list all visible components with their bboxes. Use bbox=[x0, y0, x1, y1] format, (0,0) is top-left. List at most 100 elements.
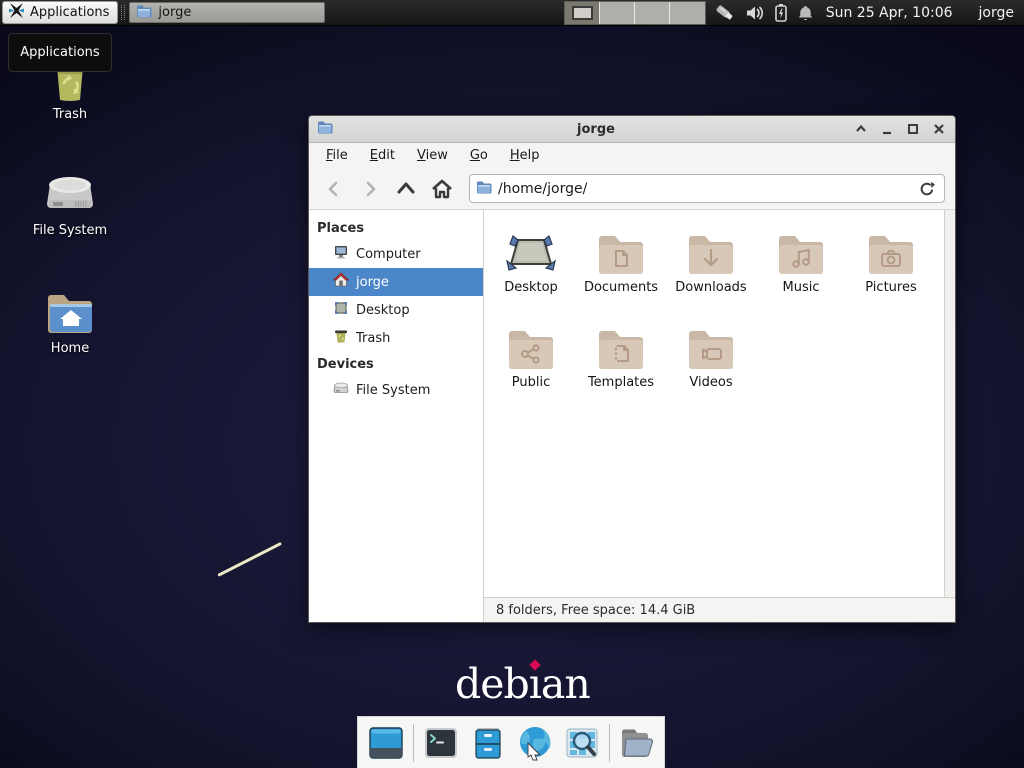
computer-icon bbox=[333, 244, 349, 264]
session-menu[interactable]: jorge bbox=[979, 5, 1014, 21]
file-item-music[interactable]: Music bbox=[756, 222, 846, 317]
sidebar-item-home[interactable]: jorge bbox=[309, 268, 483, 296]
panel-handle[interactable] bbox=[121, 5, 125, 20]
file-item-documents[interactable]: Documents bbox=[576, 222, 666, 317]
file-item-label: Documents bbox=[584, 280, 658, 295]
reload-button[interactable] bbox=[916, 178, 938, 200]
sidebar-header-places: Places bbox=[309, 216, 483, 240]
videos-folder-icon bbox=[687, 321, 735, 369]
forward-button[interactable] bbox=[355, 175, 385, 203]
templates-folder-icon bbox=[597, 321, 645, 369]
notification-bell-icon[interactable] bbox=[797, 4, 814, 22]
window-title: jorge bbox=[339, 122, 853, 137]
window-titlebar[interactable]: jorge bbox=[309, 116, 955, 143]
path-bar[interactable]: /home/jorge/ bbox=[469, 174, 945, 203]
file-item-desktop[interactable]: Desktop bbox=[486, 222, 576, 317]
taskbar-window-button[interactable]: jorge bbox=[129, 2, 325, 23]
workspace-4[interactable] bbox=[670, 2, 705, 24]
terminal-icon[interactable] bbox=[421, 723, 461, 763]
sidebar-item-label: Computer bbox=[356, 247, 421, 262]
public-folder-icon bbox=[507, 321, 555, 369]
desktop-icon bbox=[333, 300, 349, 320]
menu-edit[interactable]: Edit bbox=[363, 145, 402, 166]
desktop-icon-filesystem[interactable]: File System bbox=[10, 170, 130, 238]
file-manager-window: jorge File Edit View Go Help bbox=[308, 115, 956, 623]
volume-icon[interactable] bbox=[745, 4, 765, 22]
home-icon bbox=[333, 272, 349, 292]
menu-view[interactable]: View bbox=[410, 145, 455, 166]
home-button[interactable] bbox=[427, 175, 457, 203]
file-item-label: Pictures bbox=[865, 280, 916, 295]
sidebar-item-trash[interactable]: Trash bbox=[309, 324, 483, 352]
file-item-pictures[interactable]: Pictures bbox=[846, 222, 936, 317]
file-item-label: Downloads bbox=[675, 280, 746, 295]
back-button[interactable] bbox=[319, 175, 349, 203]
desktop-trapezoid-icon bbox=[506, 226, 556, 274]
desktop-icon-label: Home bbox=[10, 341, 130, 356]
file-item-label: Music bbox=[783, 280, 820, 295]
workspace-2[interactable] bbox=[600, 2, 635, 24]
taskbar-folder-icon bbox=[136, 3, 152, 23]
top-panel: Applications jorge bbox=[0, 0, 1024, 26]
file-item-label: Desktop bbox=[504, 280, 558, 295]
maximize-button[interactable] bbox=[905, 121, 921, 137]
debian-wordmark: debıan bbox=[455, 660, 590, 708]
sidebar-item-label: File System bbox=[356, 383, 430, 398]
minimize-button[interactable] bbox=[879, 121, 895, 137]
desktop-icon-home[interactable]: Home bbox=[10, 290, 130, 356]
file-item-downloads[interactable]: Downloads bbox=[666, 222, 756, 317]
desktop-icon-label: Trash bbox=[10, 107, 130, 122]
wallpaper-swirl-line bbox=[217, 542, 282, 577]
menu-file[interactable]: File bbox=[319, 145, 355, 166]
directory-menu-icon[interactable] bbox=[617, 723, 657, 763]
home-folder-icon bbox=[10, 290, 130, 336]
desktop-icon-label: File System bbox=[10, 223, 130, 238]
window-folder-icon bbox=[317, 119, 333, 139]
file-item-templates[interactable]: Templates bbox=[576, 317, 666, 412]
web-browser-icon[interactable] bbox=[515, 723, 555, 763]
workspace-3[interactable] bbox=[635, 2, 670, 24]
logo-text: an bbox=[541, 660, 590, 708]
path-folder-icon bbox=[476, 179, 492, 199]
workspace-pager[interactable] bbox=[564, 1, 706, 25]
sidebar-item-desktop[interactable]: Desktop bbox=[309, 296, 483, 324]
toolbar: /home/jorge/ bbox=[309, 168, 955, 209]
panel-clock[interactable]: Sun 25 Apr, 10:06 bbox=[826, 5, 953, 21]
taskbar-window-label: jorge bbox=[158, 5, 191, 20]
file-view: Desktop Documents bbox=[484, 210, 955, 597]
applications-tooltip: Applications bbox=[8, 33, 112, 72]
workspace-1[interactable] bbox=[565, 2, 600, 24]
sidebar-item-filesystem[interactable]: File System bbox=[309, 376, 483, 404]
sidebar-header-devices: Devices bbox=[309, 352, 483, 376]
drive-icon bbox=[333, 380, 349, 400]
sidebar-item-label: Desktop bbox=[356, 303, 410, 318]
application-finder-icon[interactable] bbox=[562, 723, 602, 763]
file-item-public[interactable]: Public bbox=[486, 317, 576, 412]
show-desktop-icon[interactable] bbox=[366, 723, 406, 763]
file-item-videos[interactable]: Videos bbox=[666, 317, 756, 412]
system-tray bbox=[714, 3, 814, 23]
shade-button[interactable] bbox=[853, 121, 869, 137]
vertical-scrollbar[interactable] bbox=[944, 210, 955, 597]
up-button[interactable] bbox=[391, 175, 421, 203]
menu-help[interactable]: Help bbox=[503, 145, 547, 166]
dock-separator bbox=[413, 724, 414, 762]
battery-charging-icon[interactable] bbox=[774, 3, 788, 22]
statusbar: 8 folders, Free space: 14.4 GiB bbox=[484, 597, 955, 622]
file-item-label: Videos bbox=[689, 375, 732, 390]
pictures-folder-icon bbox=[867, 226, 915, 274]
workspace-window-preview bbox=[572, 6, 593, 20]
documents-folder-icon bbox=[597, 226, 645, 274]
dock-separator bbox=[609, 724, 610, 762]
applications-menu-button[interactable]: Applications bbox=[2, 1, 118, 24]
menubar: File Edit View Go Help bbox=[309, 143, 955, 168]
sidebar-item-computer[interactable]: Computer bbox=[309, 240, 483, 268]
logo-text: deb bbox=[455, 660, 529, 708]
tooltip-text: Applications bbox=[20, 45, 99, 60]
sidebar: Places Computer bbox=[309, 210, 484, 622]
close-button[interactable] bbox=[931, 121, 947, 137]
file-manager-icon[interactable] bbox=[468, 723, 508, 763]
path-input[interactable]: /home/jorge/ bbox=[498, 181, 910, 197]
menu-go[interactable]: Go bbox=[463, 145, 495, 166]
removable-device-icon[interactable] bbox=[714, 3, 736, 23]
